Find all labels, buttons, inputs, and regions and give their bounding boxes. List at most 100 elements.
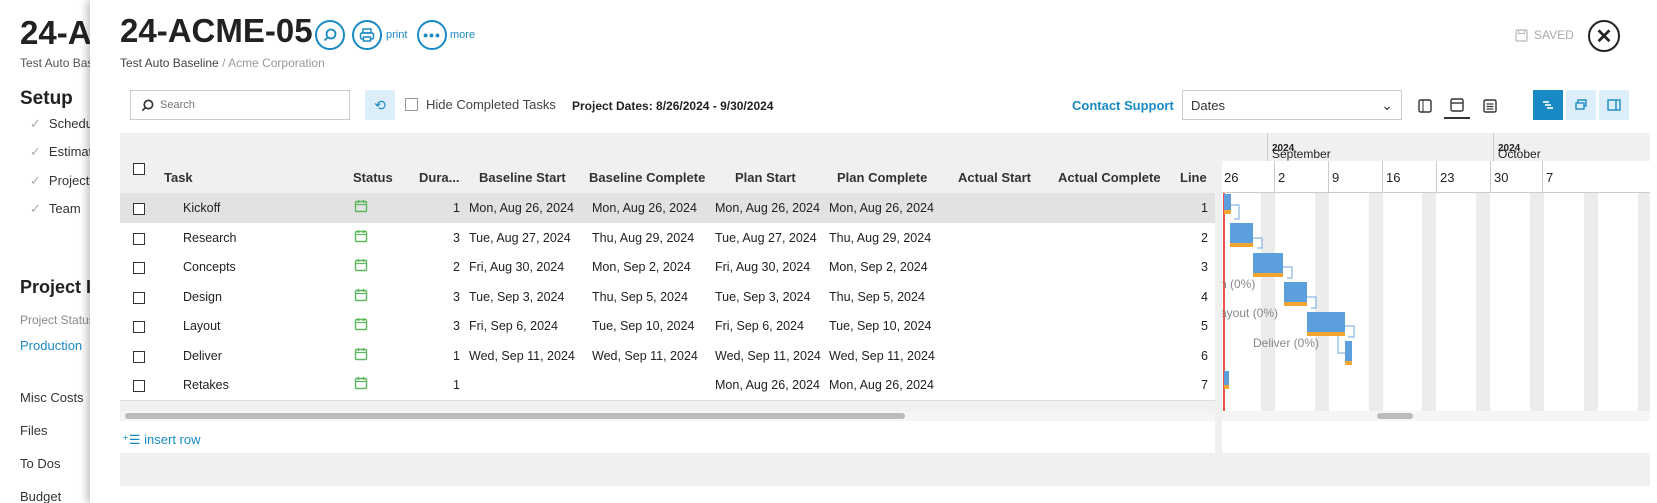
cell-duration[interactable]: 3 bbox=[453, 290, 460, 304]
cell-plan-complete[interactable]: Mon, Aug 26, 2024 bbox=[829, 378, 934, 392]
cell-line[interactable]: 2 bbox=[1201, 231, 1208, 245]
calendar-icon[interactable] bbox=[354, 347, 368, 364]
row-checkbox[interactable] bbox=[133, 321, 145, 333]
setup-item-schedule[interactable]: ✓Schedule bbox=[30, 116, 90, 132]
cell-line[interactable]: 3 bbox=[1201, 260, 1208, 274]
view-split-button[interactable] bbox=[1444, 93, 1470, 119]
cell-plan-start[interactable]: Fri, Sep 6, 2024 bbox=[715, 319, 804, 333]
print-button[interactable] bbox=[352, 20, 382, 50]
cell-line[interactable]: 4 bbox=[1201, 290, 1208, 304]
calendar-icon[interactable] bbox=[354, 288, 368, 305]
hide-completed-toggle[interactable]: Hide Completed Tasks bbox=[405, 97, 556, 112]
cell-plan-start[interactable]: Mon, Aug 26, 2024 bbox=[715, 201, 820, 215]
gantt-task-bar[interactable] bbox=[1224, 194, 1231, 214]
contact-support-link[interactable]: Contact Support bbox=[1072, 98, 1174, 113]
view-list-button[interactable] bbox=[1477, 93, 1503, 119]
cell-duration[interactable]: 1 bbox=[453, 378, 460, 392]
gantt-view-button[interactable] bbox=[1533, 90, 1563, 120]
cell-duration[interactable]: 1 bbox=[453, 201, 460, 215]
calendar-icon[interactable] bbox=[354, 376, 368, 393]
cell-line[interactable]: 6 bbox=[1201, 349, 1208, 363]
cell-plan-complete[interactable]: Thu, Sep 5, 2024 bbox=[829, 290, 925, 304]
gantt-task-bar[interactable] bbox=[1230, 223, 1253, 247]
table-row[interactable]: Deliver 1 Wed, Sep 11, 2024 Wed, Sep 11, 20… bbox=[120, 340, 1215, 372]
more-link[interactable]: more bbox=[450, 29, 475, 41]
setup-item-estimate[interactable]: ✓Estimate bbox=[30, 144, 90, 160]
cell-baseline-start[interactable]: Tue, Sep 3, 2024 bbox=[469, 290, 564, 304]
row-checkbox[interactable] bbox=[133, 262, 145, 274]
calendar-icon[interactable] bbox=[354, 199, 368, 216]
cell-line[interactable]: 1 bbox=[1201, 201, 1208, 215]
setup-item-project[interactable]: ✓ Project bbox=[30, 173, 89, 189]
cell-task[interactable]: Deliver bbox=[183, 349, 222, 363]
column-header[interactable]: Plan Complete bbox=[837, 170, 927, 185]
column-header[interactable]: Plan Start bbox=[735, 170, 796, 185]
cell-baseline-complete[interactable]: Mon, Aug 26, 2024 bbox=[592, 201, 697, 215]
cell-task[interactable]: Retakes bbox=[183, 378, 229, 392]
close-button[interactable]: ✕ bbox=[1588, 20, 1620, 52]
scrollbar-thumb[interactable] bbox=[125, 413, 905, 419]
column-header[interactable]: Actual Start bbox=[958, 170, 1031, 185]
hide-completed-checkbox[interactable] bbox=[405, 98, 418, 111]
print-link[interactable]: print bbox=[386, 29, 407, 41]
cell-duration[interactable]: 3 bbox=[453, 231, 460, 245]
table-row[interactable]: Design 3 Tue, Sep 3, 2024 Thu, Sep 5, 2024 T… bbox=[120, 281, 1215, 313]
insert-row-button[interactable]: ⁺☰ insert row bbox=[120, 421, 1215, 453]
cell-baseline-complete[interactable]: Tue, Sep 10, 2024 bbox=[592, 319, 694, 333]
gantt-scrollbar[interactable] bbox=[1222, 411, 1650, 421]
dates-select[interactable]: Dates ⌄ bbox=[1182, 90, 1402, 120]
table-row[interactable]: Research 3 Tue, Aug 27, 2024 Thu, Aug 29, 2… bbox=[120, 222, 1215, 254]
row-checkbox[interactable] bbox=[133, 203, 145, 215]
more-button[interactable]: ••• bbox=[417, 20, 447, 50]
cell-task[interactable]: Research bbox=[183, 231, 237, 245]
column-header[interactable]: Baseline Complete bbox=[589, 170, 705, 185]
setup-item-team[interactable]: ✓ Team bbox=[30, 201, 81, 217]
cell-plan-complete[interactable]: Mon, Sep 2, 2024 bbox=[829, 260, 928, 274]
side-panel-button[interactable] bbox=[1599, 90, 1629, 120]
cell-duration[interactable]: 2 bbox=[453, 260, 460, 274]
cell-task[interactable]: Layout bbox=[183, 319, 221, 333]
calendar-icon[interactable] bbox=[354, 258, 368, 275]
nav-files[interactable]: Files bbox=[20, 423, 47, 438]
grid-scrollbar[interactable] bbox=[120, 411, 1215, 421]
cell-line[interactable]: 5 bbox=[1201, 319, 1208, 333]
calendar-icon[interactable] bbox=[354, 229, 368, 246]
cell-plan-start[interactable]: Wed, Sep 11, 2024 bbox=[715, 349, 821, 363]
cell-plan-start[interactable]: Fri, Aug 30, 2024 bbox=[715, 260, 810, 274]
table-row[interactable]: Concepts 2 Fri, Aug 30, 2024 Mon, Sep 2, 20… bbox=[120, 252, 1215, 283]
gantt-task-bar[interactable] bbox=[1307, 312, 1345, 336]
search-button[interactable] bbox=[315, 20, 345, 50]
cell-baseline-start[interactable]: Fri, Aug 30, 2024 bbox=[469, 260, 564, 274]
column-header[interactable]: Task bbox=[164, 170, 193, 185]
refresh-button[interactable]: ⟲ bbox=[365, 90, 395, 120]
nav-misc-costs[interactable]: Misc Costs bbox=[20, 390, 84, 405]
cell-baseline-complete[interactable]: Mon, Sep 2, 2024 bbox=[592, 260, 691, 274]
nav-todos[interactable]: To Dos bbox=[20, 456, 60, 471]
cell-baseline-complete[interactable]: Wed, Sep 11, 2024 bbox=[592, 349, 698, 363]
scrollbar-thumb[interactable] bbox=[1377, 413, 1413, 419]
row-checkbox[interactable] bbox=[133, 350, 145, 363]
column-header[interactable]: Status bbox=[353, 170, 393, 185]
cell-baseline-start[interactable]: Mon, Aug 26, 2024 bbox=[469, 201, 574, 215]
table-row[interactable]: Layout 3 Fri, Sep 6, 2024 Tue, Sep 10, 2024… bbox=[120, 311, 1215, 342]
column-header[interactable]: Dura... bbox=[419, 170, 459, 185]
cell-line[interactable]: 7 bbox=[1201, 378, 1208, 392]
calendar-icon[interactable] bbox=[354, 317, 368, 334]
cell-plan-start[interactable]: Mon, Aug 26, 2024 bbox=[715, 378, 820, 392]
gantt-task-bar[interactable] bbox=[1253, 253, 1283, 277]
table-row[interactable]: Kickoff 1 Mon, Aug 26, 2024 Mon, Aug 26, 20… bbox=[120, 193, 1215, 224]
duplicate-view-button[interactable] bbox=[1566, 90, 1596, 120]
gantt-task-bar[interactable] bbox=[1284, 282, 1307, 306]
table-row[interactable]: Retakes 1 Mon, Aug 26, 2024 Mon, Aug 26, 20… bbox=[120, 370, 1215, 401]
cell-duration[interactable]: 3 bbox=[453, 319, 460, 333]
cell-task[interactable]: Concepts bbox=[183, 260, 236, 274]
gantt-task-bar[interactable] bbox=[1224, 371, 1229, 389]
cell-baseline-complete[interactable]: Thu, Sep 5, 2024 bbox=[592, 290, 688, 304]
cell-baseline-complete[interactable]: Thu, Aug 29, 2024 bbox=[592, 231, 694, 245]
column-header[interactable]: Baseline Start bbox=[479, 170, 566, 185]
cell-plan-complete[interactable]: Mon, Aug 26, 2024 bbox=[829, 201, 934, 215]
cell-task[interactable]: Kickoff bbox=[183, 201, 220, 215]
row-checkbox[interactable] bbox=[133, 291, 145, 304]
cell-plan-complete[interactable]: Thu, Aug 29, 2024 bbox=[829, 231, 931, 245]
cell-plan-complete[interactable]: Tue, Sep 10, 2024 bbox=[829, 319, 931, 333]
